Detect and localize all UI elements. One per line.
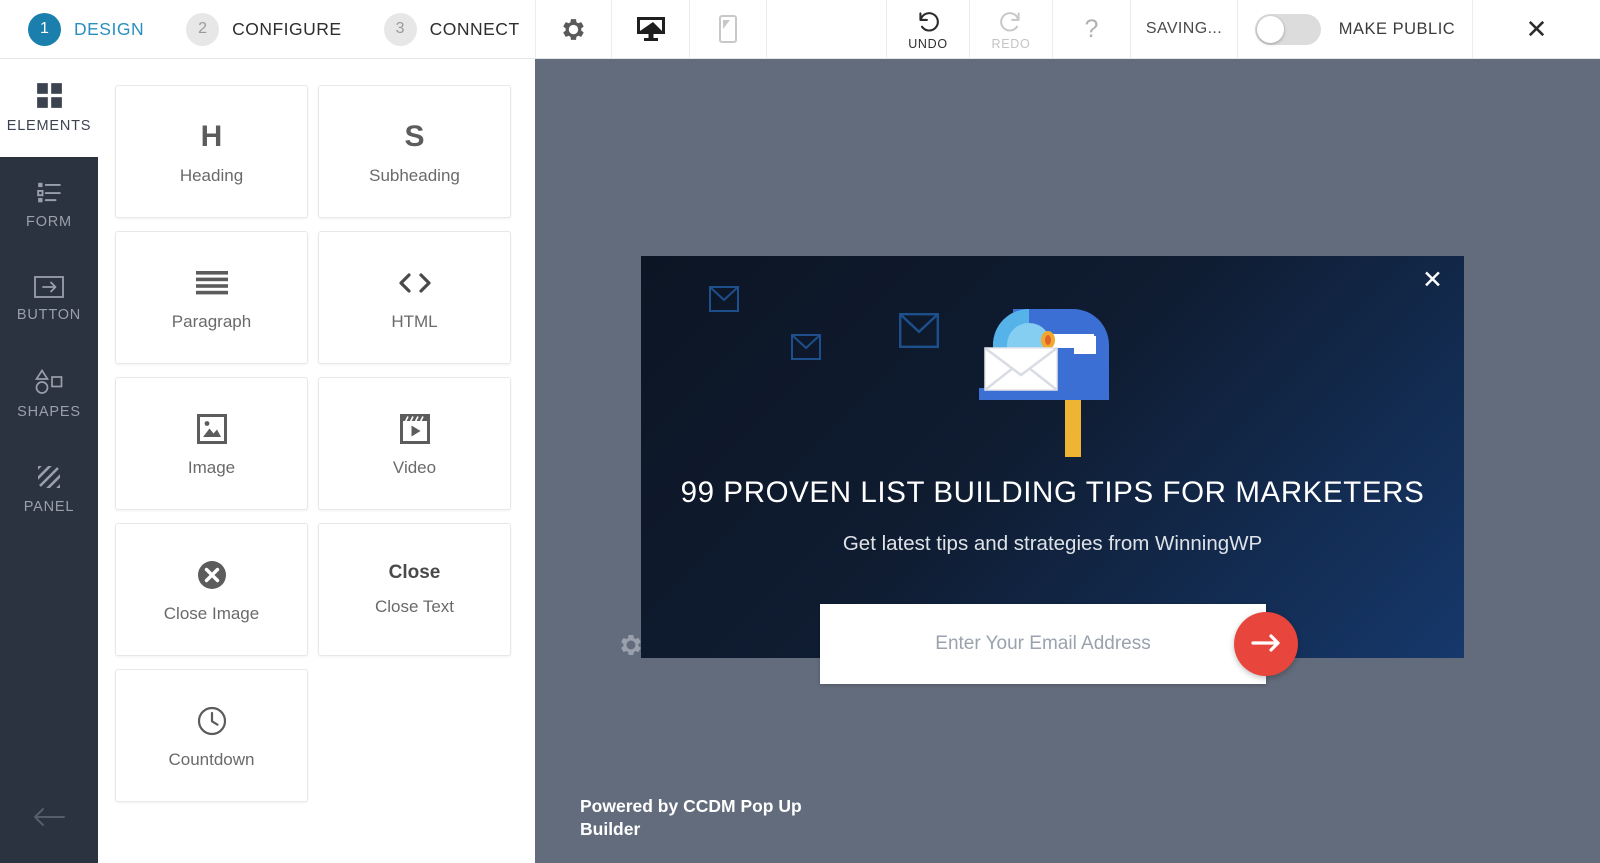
powered-by-label: Powered by CCDM Pop Up Builder (580, 796, 802, 839)
element-card-subheading-label: Subheading (369, 165, 460, 185)
top-toolbar: 1 DESIGN 2 CONFIGURE 3 CONNECT UNDO REDO… (0, 0, 1600, 59)
submit-button[interactable] (1234, 612, 1298, 676)
sidebar-item-button[interactable]: BUTTON (0, 252, 98, 347)
undo-label: UNDO (908, 36, 948, 51)
popup-close-icon[interactable]: ✕ (1422, 268, 1443, 293)
mailbox-envelopes-illustration (953, 289, 1163, 459)
undo-icon (915, 8, 941, 34)
step-design-number: 1 (28, 12, 61, 46)
element-card-countdown[interactable]: Countdown (115, 669, 308, 802)
close-editor-button[interactable]: ✕ (1472, 0, 1600, 58)
element-card-heading-label: Heading (179, 165, 244, 185)
arrow-right-icon (1251, 633, 1281, 656)
clock-icon (197, 702, 227, 740)
step-connect-number: 3 (383, 12, 417, 46)
sidebar-item-panel-label: PANEL (23, 499, 75, 515)
button-arrow-icon (34, 276, 64, 298)
elements-panel: H Heading S Subheading Paragraph HTML Im… (98, 59, 535, 863)
sidebar-item-elements[interactable]: ELEMENTS (0, 59, 98, 157)
make-public-label: MAKE PUBLIC (1338, 19, 1456, 38)
element-card-video-label: Video (392, 457, 437, 477)
make-public-toggle[interactable] (1254, 13, 1321, 45)
element-card-paragraph[interactable]: Paragraph (115, 231, 308, 364)
popup-optin-form (820, 604, 1298, 684)
sidebar-item-shapes[interactable]: SHAPES (0, 347, 98, 442)
envelope-outline-icon (791, 334, 821, 360)
heading-icon: H (200, 119, 223, 153)
element-card-grid: H Heading S Subheading Paragraph HTML Im… (115, 85, 511, 802)
popup-builder-app: 1 DESIGN 2 CONFIGURE 3 CONNECT UNDO REDO… (0, 0, 1600, 863)
mobile-preview-button[interactable] (689, 0, 766, 58)
toolbar-spacer (766, 0, 886, 58)
popup-headline: 99 PROVEN LIST BUILDING TIPS FOR MARKETE… (680, 476, 1425, 509)
desktop-preview-button[interactable] (611, 0, 689, 58)
question-mark-icon: ? (1084, 14, 1099, 43)
element-card-close-image[interactable]: Close Image (115, 523, 308, 656)
element-card-video[interactable]: Video (318, 377, 511, 510)
settings-button[interactable] (535, 0, 611, 58)
toolbar-actions: UNDO REDO ? SAVING... MAKE PUBLIC ✕ (535, 0, 1600, 58)
envelope-outline-icon (709, 286, 739, 312)
sidebar-item-form-label: FORM (26, 214, 72, 230)
close-text-icon: Close (388, 561, 441, 583)
shapes-icon (34, 369, 64, 395)
video-icon (399, 410, 430, 448)
make-public-control[interactable]: MAKE PUBLIC (1237, 0, 1472, 58)
envelope-outline-icon (899, 313, 939, 348)
element-card-image-label: Image (187, 457, 236, 477)
redo-icon (998, 8, 1024, 34)
saving-label: SAVING... (1145, 20, 1223, 37)
popup-subheadline: Get latest tips and strategies from Winn… (842, 532, 1263, 555)
element-card-countdown-label: Countdown (168, 749, 255, 769)
sidebar-item-button-label: BUTTON (16, 307, 82, 323)
element-card-close-text[interactable]: Close Close Text (318, 523, 511, 656)
canvas-gear-icon[interactable] (619, 633, 643, 657)
help-button[interactable]: ? (1052, 0, 1130, 58)
element-card-image[interactable]: Image (115, 377, 308, 510)
element-card-html-label: HTML (391, 311, 438, 331)
element-card-subheading[interactable]: S Subheading (318, 85, 511, 218)
back-arrow-icon (32, 806, 66, 828)
redo-button[interactable]: REDO (969, 0, 1052, 58)
popup-preview[interactable]: ✕ 99 PROVEN LIST BUILDING TIPS FOR MARKE… (641, 256, 1464, 684)
toggle-knob (1256, 15, 1284, 43)
step-configure-label: CONFIGURE (232, 18, 342, 39)
redo-label: REDO (991, 36, 1031, 51)
html-code-icon (398, 264, 432, 302)
paragraph-icon (195, 264, 228, 302)
image-icon (196, 410, 227, 448)
step-design-label: DESIGN (74, 18, 145, 39)
undo-button[interactable]: UNDO (886, 0, 969, 58)
grid-icon (36, 82, 63, 109)
sidebar-item-shapes-label: SHAPES (17, 404, 81, 420)
element-card-html[interactable]: HTML (318, 231, 511, 364)
step-design[interactable]: 1 DESIGN (28, 12, 145, 46)
close-circle-icon (197, 556, 227, 594)
mobile-preview-icon (719, 15, 737, 43)
desktop-preview-icon (636, 16, 666, 43)
step-configure[interactable]: 2 CONFIGURE (186, 12, 342, 46)
sidebar-item-panel[interactable]: PANEL (0, 442, 98, 537)
sidebar-item-elements-label: ELEMENTS (6, 118, 92, 134)
saving-status: SAVING... (1130, 0, 1237, 58)
left-rail: ELEMENTS FORM BUTTON SHAPES PANEL (0, 59, 98, 863)
sidebar-item-form[interactable]: FORM (0, 157, 98, 252)
subheading-icon: S (404, 119, 425, 153)
element-card-paragraph-label: Paragraph (171, 311, 252, 331)
preview-canvas: ✕ 99 PROVEN LIST BUILDING TIPS FOR MARKE… (535, 59, 1600, 863)
close-icon: ✕ (1525, 14, 1548, 44)
element-card-close-image-label: Close Image (163, 603, 260, 623)
panel-hatch-icon (36, 464, 62, 490)
element-card-close-text-label: Close Text (374, 596, 455, 616)
collapse-panel-button[interactable] (0, 771, 98, 863)
gear-icon (561, 17, 586, 42)
editor-body: ELEMENTS FORM BUTTON SHAPES PANEL H Head… (0, 59, 1600, 863)
email-input[interactable] (820, 604, 1266, 684)
step-configure-number: 2 (186, 12, 220, 46)
step-connect-label: CONNECT (429, 18, 520, 39)
form-list-icon (36, 179, 62, 205)
step-wizard: 1 DESIGN 2 CONFIGURE 3 CONNECT (0, 0, 535, 58)
element-card-heading[interactable]: H Heading (115, 85, 308, 218)
step-connect[interactable]: 3 CONNECT (383, 12, 520, 46)
